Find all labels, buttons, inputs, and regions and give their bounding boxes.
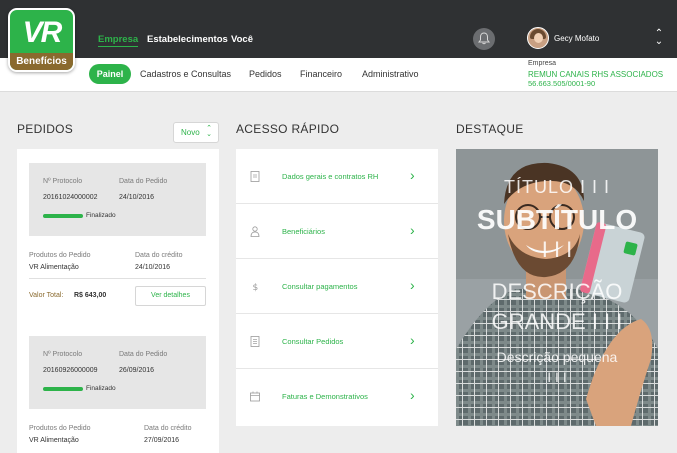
status-text: Finalizado bbox=[86, 212, 116, 219]
banner-small-text-line2: I I I bbox=[547, 369, 567, 385]
order-date-label: Data do Pedido bbox=[119, 351, 168, 358]
view-details-button[interactable]: Ver detalhes bbox=[135, 286, 206, 306]
quick-item-label: Dados gerais e contratos RH bbox=[282, 172, 379, 181]
orders-card: Nº Protocolo Data do Pedido 201610240000… bbox=[17, 149, 219, 453]
order-summary-box: Nº Protocolo Data do Pedido 201610240000… bbox=[29, 163, 206, 236]
chevron-updown-icon: ⌃ ⌄ bbox=[206, 125, 212, 138]
banner-subtitle: SUBTÍTULO bbox=[476, 204, 638, 235]
orders-title: PEDIDOS bbox=[17, 122, 74, 136]
quick-access-card: Dados gerais e contratos RH › Beneficiár… bbox=[236, 149, 438, 426]
total-value: R$ 643,00 bbox=[74, 292, 107, 299]
list-icon bbox=[250, 336, 260, 347]
document-icon bbox=[250, 171, 260, 182]
banner-description-line2: GRANDE I I I bbox=[491, 309, 623, 334]
chevron-right-icon: › bbox=[410, 387, 415, 403]
products-label: Produtos do Pedido bbox=[29, 252, 91, 259]
tab-financeiro[interactable]: Financeiro bbox=[300, 69, 342, 79]
product-value: VR Alimentação bbox=[29, 437, 79, 444]
person-icon bbox=[250, 226, 260, 237]
credit-date-label: Data do crédito bbox=[135, 252, 183, 259]
quick-item-dados-gerais[interactable]: Dados gerais e contratos RH › bbox=[236, 149, 438, 204]
invoice-icon bbox=[250, 391, 260, 402]
new-order-button[interactable]: Novo ⌃ ⌄ bbox=[173, 122, 219, 143]
user-menu-chevron-icon[interactable]: ⌃ ⌄ bbox=[654, 29, 664, 47]
tab-painel[interactable]: Painel bbox=[89, 64, 131, 84]
company-name[interactable]: REMUN CANAIS RHS ASSOCIADOS bbox=[528, 70, 663, 79]
tab-pedidos[interactable]: Pedidos bbox=[249, 69, 282, 79]
quick-access-title: ACESSO RÁPIDO bbox=[236, 122, 340, 136]
banner-subtitle-line2: I I I bbox=[541, 237, 573, 262]
protocol-label: Nº Protocolo bbox=[43, 351, 83, 358]
svg-text:$: $ bbox=[253, 283, 259, 292]
notifications-button[interactable] bbox=[473, 28, 495, 50]
banner-description: DESCRIÇÃO bbox=[491, 279, 623, 304]
total-label: Valor Total: bbox=[29, 292, 64, 299]
order-date-value: 24/10/2016 bbox=[119, 194, 155, 201]
credit-date-value: 24/10/2016 bbox=[135, 264, 171, 271]
protocol-value: 20161024000002 bbox=[43, 194, 98, 201]
dollar-icon: $ bbox=[253, 283, 259, 292]
highlight-banner[interactable]: TÍTULO I I I SUBTÍTULO I I I DESCRIÇÃO G… bbox=[456, 149, 658, 426]
chevron-right-icon: › bbox=[410, 277, 415, 293]
credit-date-label: Data do crédito bbox=[144, 425, 192, 432]
company-cnpj: 56.663.505/0001-90 bbox=[528, 79, 596, 88]
quick-item-label: Consultar pagamentos bbox=[282, 282, 358, 291]
quick-item-label: Beneficiários bbox=[282, 227, 325, 236]
user-name[interactable]: Gecy Mofato bbox=[554, 34, 599, 43]
tab-administrativo[interactable]: Administrativo bbox=[362, 69, 419, 79]
order-summary-box: Nº Protocolo Data do Pedido 201609260000… bbox=[29, 336, 206, 409]
nav-empresa[interactable]: Empresa bbox=[98, 34, 139, 47]
avatar[interactable] bbox=[527, 27, 549, 49]
quick-item-label: Faturas e Demonstrativos bbox=[282, 392, 368, 401]
quick-item-label: Consultar Pedidos bbox=[282, 337, 344, 346]
order-date-value: 26/09/2016 bbox=[119, 367, 155, 374]
quick-item-pagamentos[interactable]: $ Consultar pagamentos › bbox=[236, 259, 438, 314]
bell-icon bbox=[478, 32, 490, 45]
new-order-label: Novo bbox=[181, 128, 200, 137]
protocol-value: 20160926000009 bbox=[43, 367, 98, 374]
highlight-title: DESTAQUE bbox=[456, 122, 524, 136]
credit-date-value: 27/09/2016 bbox=[144, 437, 180, 444]
order-date-label: Data do Pedido bbox=[119, 178, 168, 185]
divider bbox=[29, 278, 206, 279]
top-bar bbox=[0, 0, 677, 58]
product-value: VR Alimentação bbox=[29, 264, 79, 271]
tab-cadastros-consultas[interactable]: Cadastros e Consultas bbox=[140, 69, 231, 79]
logo-text: VR bbox=[22, 16, 63, 49]
status-bar bbox=[43, 387, 83, 391]
chevron-right-icon: › bbox=[410, 332, 415, 348]
banner-title: TÍTULO I I I bbox=[503, 177, 610, 197]
quick-item-beneficiarios[interactable]: Beneficiários › bbox=[236, 204, 438, 259]
nav-estabelecimentos[interactable]: Estabelecimentos bbox=[147, 34, 228, 45]
status-bar bbox=[43, 214, 83, 218]
protocol-label: Nº Protocolo bbox=[43, 178, 83, 185]
chevron-right-icon: › bbox=[410, 167, 415, 183]
company-label: Empresa bbox=[528, 60, 557, 67]
quick-item-pedidos[interactable]: Consultar Pedidos › bbox=[236, 314, 438, 369]
vr-beneficios-logo[interactable]: VR Benefícios bbox=[8, 8, 75, 72]
logo-subtitle: Benefícios bbox=[10, 53, 73, 70]
status-text: Finalizado bbox=[86, 385, 116, 392]
banner-small-text: Descrição pequena bbox=[496, 349, 618, 365]
chevron-right-icon: › bbox=[410, 222, 415, 238]
products-label: Produtos do Pedido bbox=[29, 425, 91, 432]
quick-item-faturas[interactable]: Faturas e Demonstrativos › bbox=[236, 369, 438, 424]
nav-voce[interactable]: Você bbox=[231, 34, 253, 45]
